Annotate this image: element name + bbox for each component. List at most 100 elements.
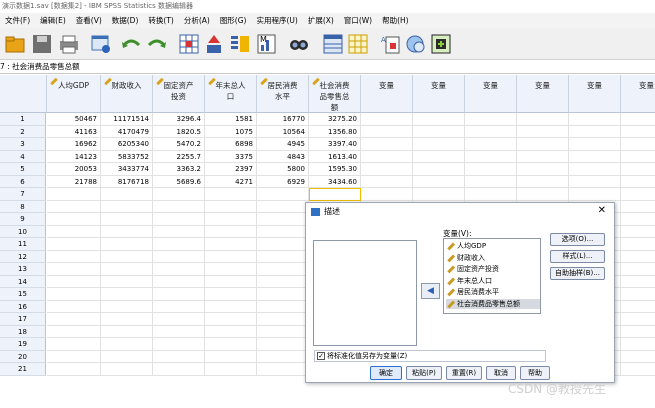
data-cell[interactable]: 10564 <box>257 125 309 138</box>
column-header[interactable]: 居民消费 水平 <box>257 75 309 113</box>
row-number[interactable]: 16 <box>0 300 46 313</box>
data-cell[interactable] <box>257 200 309 213</box>
menu-view[interactable]: 查看(V) <box>71 13 107 28</box>
data-cell[interactable] <box>621 138 655 151</box>
data-cell[interactable] <box>413 150 465 163</box>
data-cell[interactable] <box>101 263 153 276</box>
data-cell[interactable] <box>153 350 205 363</box>
data-cell[interactable] <box>153 250 205 263</box>
data-cell[interactable] <box>101 300 153 313</box>
insert-cases-icon[interactable] <box>322 33 344 55</box>
row-number[interactable]: 4 <box>0 150 46 163</box>
column-header[interactable]: 财政收入 <box>101 75 153 113</box>
cancel-button[interactable]: 取消 <box>486 366 516 380</box>
data-cell[interactable] <box>361 138 413 151</box>
data-cell[interactable] <box>621 301 655 313</box>
data-cell[interactable] <box>517 138 569 151</box>
data-cell[interactable] <box>413 188 465 201</box>
data-cell[interactable] <box>569 125 621 138</box>
data-cell[interactable] <box>621 188 655 201</box>
data-cell[interactable] <box>153 325 205 338</box>
selected-variable-list[interactable]: 人均GDP 财政收入 固定资产投资 年末总人口 居民消费水平 社会消费品零售总额 <box>443 238 541 314</box>
menu-window[interactable]: 窗口(W) <box>339 13 377 28</box>
data-cell[interactable] <box>205 213 257 226</box>
data-cell[interactable] <box>465 150 517 163</box>
find-icon[interactable] <box>288 33 310 55</box>
data-cell[interactable]: 1075 <box>205 125 257 138</box>
ok-button[interactable]: 确定 <box>370 366 402 380</box>
data-cell[interactable] <box>205 350 257 363</box>
data-cell[interactable] <box>153 363 205 376</box>
data-cell[interactable] <box>309 188 361 201</box>
row-number[interactable]: 20 <box>0 350 46 363</box>
data-cell[interactable] <box>517 175 569 188</box>
data-cell[interactable] <box>101 313 153 326</box>
data-cell[interactable] <box>153 188 205 201</box>
data-cell[interactable] <box>153 200 205 213</box>
data-cell[interactable]: 6929 <box>257 175 309 188</box>
data-cell[interactable] <box>257 250 309 263</box>
data-cell[interactable]: 20053 <box>47 163 101 176</box>
data-cell[interactable] <box>361 163 413 176</box>
row-number[interactable]: 18 <box>0 325 46 338</box>
save-icon[interactable] <box>31 33 53 55</box>
row-number[interactable]: 13 <box>0 263 46 276</box>
data-cell[interactable] <box>257 225 309 238</box>
data-cell[interactable] <box>47 325 101 338</box>
data-cell[interactable] <box>621 213 655 226</box>
data-cell[interactable] <box>257 363 309 376</box>
row-number[interactable]: 10 <box>0 225 46 238</box>
data-cell[interactable] <box>257 238 309 251</box>
menu-transform[interactable]: 转换(T) <box>143 13 178 28</box>
column-header[interactable]: 年末总人口 <box>205 75 257 113</box>
reset-button[interactable]: 重置(R) <box>446 366 482 380</box>
recall-dialog-icon[interactable] <box>90 33 112 55</box>
data-cell[interactable] <box>361 150 413 163</box>
redo-icon[interactable] <box>146 33 168 55</box>
data-cell[interactable]: 8176718 <box>101 175 153 188</box>
data-cell[interactable] <box>101 350 153 363</box>
data-cell[interactable]: 16770 <box>257 113 309 126</box>
row-number[interactable]: 2 <box>0 125 46 138</box>
data-cell[interactable] <box>465 175 517 188</box>
data-cell[interactable] <box>465 125 517 138</box>
data-cell[interactable] <box>153 225 205 238</box>
data-cell[interactable] <box>569 113 621 126</box>
data-cell[interactable] <box>205 238 257 251</box>
data-cell[interactable] <box>465 138 517 151</box>
style-button[interactable]: 样式(L)... <box>550 250 605 263</box>
data-cell[interactable]: 5689.6 <box>153 175 205 188</box>
data-cell[interactable]: 1613.40 <box>309 150 361 163</box>
data-cell[interactable] <box>205 300 257 313</box>
variable-list-item[interactable]: 固定资产投资 <box>446 264 540 274</box>
data-cell[interactable] <box>205 313 257 326</box>
data-cell[interactable] <box>101 188 153 201</box>
data-cell[interactable]: 4843 <box>257 150 309 163</box>
data-cell[interactable]: 3433774 <box>101 163 153 176</box>
row-number[interactable]: 11 <box>0 238 46 251</box>
column-header[interactable]: 变量 <box>569 75 621 113</box>
data-cell[interactable]: 1581 <box>205 113 257 126</box>
data-cell[interactable] <box>257 263 309 276</box>
variable-list-item[interactable]: 年末总人口 <box>446 276 540 286</box>
data-cell[interactable] <box>465 113 517 126</box>
data-cell[interactable] <box>621 326 655 338</box>
data-cell[interactable] <box>621 238 655 251</box>
row-number[interactable]: 14 <box>0 275 46 288</box>
data-cell[interactable]: 11171514 <box>101 113 153 126</box>
menu-analyze[interactable]: 分析(A) <box>179 13 215 28</box>
data-cell[interactable] <box>517 163 569 176</box>
column-header[interactable]: 变量 <box>413 75 465 113</box>
data-cell[interactable] <box>47 188 101 201</box>
menu-file[interactable]: 文件(F) <box>0 13 35 28</box>
data-cell[interactable] <box>621 288 655 301</box>
data-cell[interactable] <box>413 163 465 176</box>
data-cell[interactable]: 16962 <box>47 138 101 151</box>
data-cell[interactable] <box>47 338 101 351</box>
data-cell[interactable] <box>361 175 413 188</box>
help-button[interactable]: 帮助 <box>520 366 550 380</box>
insert-variable-icon[interactable] <box>347 33 369 55</box>
data-cell[interactable] <box>621 338 655 351</box>
data-cell[interactable] <box>361 188 413 201</box>
open-icon[interactable] <box>4 33 26 55</box>
